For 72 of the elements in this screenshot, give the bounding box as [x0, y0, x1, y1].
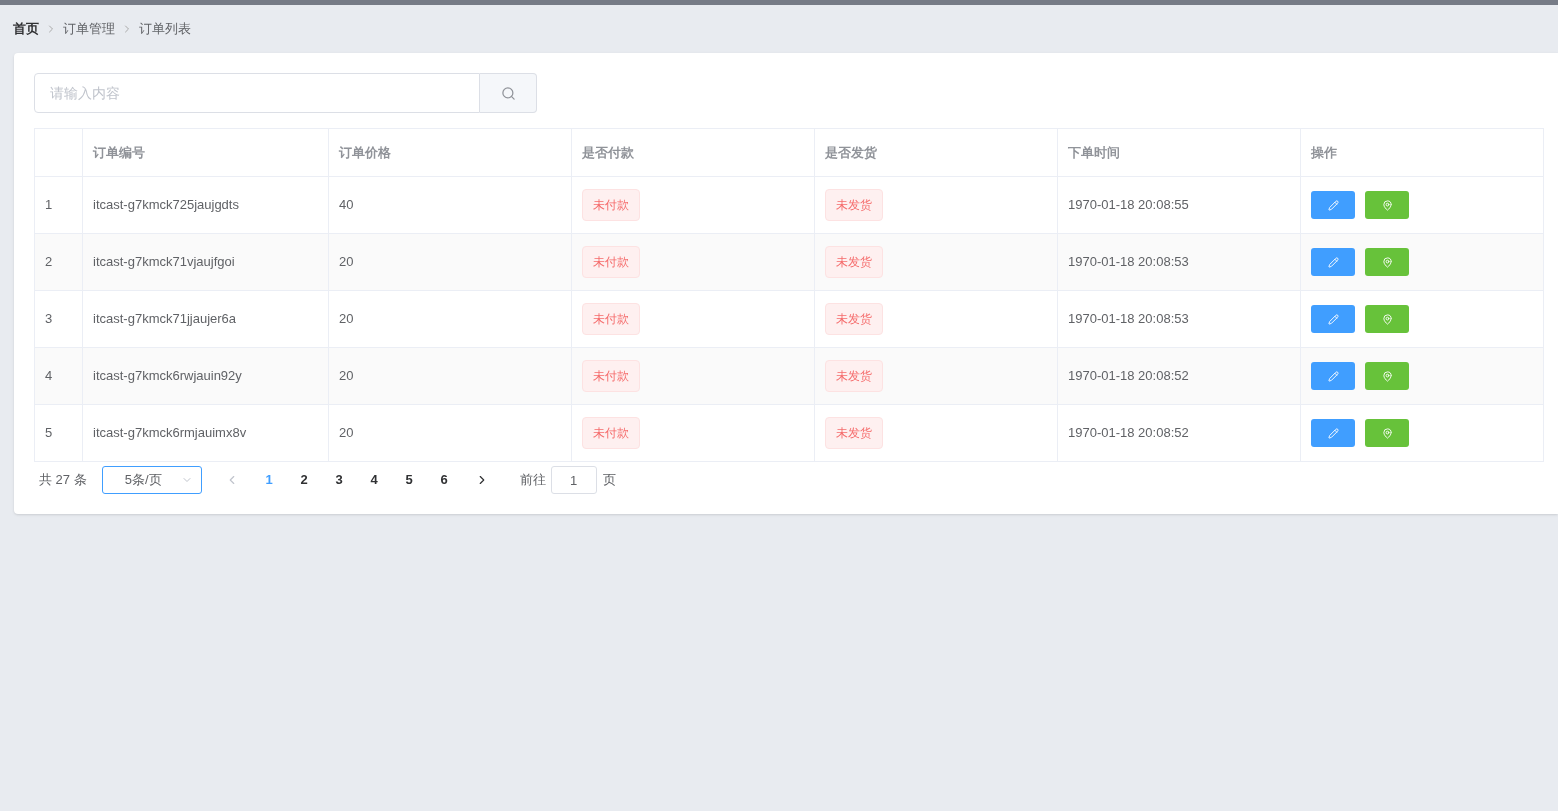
location-button[interactable]	[1365, 305, 1409, 333]
table-cell-text: 1970-01-18 20:08:53	[1068, 310, 1189, 329]
total-count: 共 27 条	[39, 471, 87, 490]
map-pin-icon	[1381, 370, 1393, 382]
status-tag: 未发货	[825, 360, 883, 392]
map-pin-icon	[1381, 199, 1393, 211]
table-cell-text: 1970-01-18 20:08:52	[1068, 424, 1189, 443]
table-cell-text: 20	[339, 310, 354, 329]
table-cell-text: 1970-01-18 20:08:53	[1068, 253, 1189, 272]
location-button[interactable]	[1365, 248, 1409, 276]
pencil-icon	[1327, 313, 1339, 325]
table-cell-text: itcast-g7kmck71jjaujer6a	[93, 310, 237, 329]
edit-button[interactable]	[1311, 362, 1355, 390]
location-button[interactable]	[1365, 362, 1409, 390]
jump-suffix: 页	[602, 471, 616, 490]
page-size-select[interactable]: 5条/页	[101, 466, 202, 494]
map-pin-icon	[1381, 427, 1393, 439]
edit-button[interactable]	[1311, 305, 1355, 333]
status-tag: 未付款	[582, 246, 640, 278]
pencil-icon	[1327, 370, 1339, 382]
pencil-icon	[1327, 256, 1339, 268]
edit-button[interactable]	[1311, 191, 1355, 219]
status-tag: 未发货	[825, 417, 883, 449]
breadcrumb-item[interactable]: 订单列表	[139, 19, 191, 39]
search-icon	[500, 85, 516, 101]
column-header: 下单时间	[1068, 143, 1120, 162]
table-cell-text: 20	[339, 424, 354, 443]
pencil-icon	[1327, 427, 1339, 439]
table-cell-text: 1970-01-18 20:08:52	[1068, 367, 1189, 386]
search-button[interactable]	[480, 73, 537, 113]
map-pin-icon	[1381, 256, 1393, 268]
table-cell-text: 2	[45, 253, 53, 272]
page-number[interactable]: 5	[391, 466, 427, 494]
table-cell-text: itcast-g7kmck6rmjauimx8v	[93, 424, 247, 443]
column-header: 是否付款	[582, 143, 634, 162]
column-header: 订单编号	[93, 143, 145, 162]
table-cell-text: 40	[339, 196, 354, 215]
edit-button[interactable]	[1311, 248, 1355, 276]
table-cell-text: 4	[45, 367, 53, 386]
page-number[interactable]: 6	[426, 466, 462, 494]
page-number[interactable]: 3	[321, 466, 357, 494]
location-button[interactable]	[1365, 419, 1409, 447]
location-button[interactable]	[1365, 191, 1409, 219]
status-tag: 未发货	[825, 189, 883, 221]
table-cell-text: 5	[45, 424, 53, 443]
page-jump-field[interactable]: 1	[550, 466, 597, 494]
column-header: 是否发货	[825, 143, 877, 162]
table-cell-text: itcast-g7kmck71vjaujfgoi	[93, 253, 235, 272]
status-tag: 未发货	[825, 303, 883, 335]
map-pin-icon	[1381, 313, 1393, 325]
table-cell-text: 3	[45, 310, 53, 329]
page-number[interactable]: 4	[356, 466, 392, 494]
status-tag: 未付款	[582, 189, 640, 221]
status-tag: 未付款	[582, 417, 640, 449]
table-cell-text: itcast-g7kmck6rwjauin92y	[93, 367, 242, 386]
table-cell-text: 20	[339, 367, 354, 386]
column-header: 订单价格	[339, 143, 391, 162]
breadcrumb-item[interactable]: 首页	[13, 19, 39, 39]
search-field[interactable]: 请输入内容	[34, 73, 480, 113]
table-cell-text: itcast-g7kmck725jaujgdts	[93, 196, 239, 215]
edit-button[interactable]	[1311, 419, 1355, 447]
page-number[interactable]: 2	[286, 466, 322, 494]
table-cell-text: 1	[45, 196, 53, 215]
status-tag: 未付款	[582, 360, 640, 392]
breadcrumb-item[interactable]: 订单管理	[63, 19, 115, 39]
table-cell-text: 1970-01-18 20:08:55	[1068, 196, 1189, 215]
jump-label: 前往	[519, 471, 546, 490]
column-header: 操作	[1311, 143, 1337, 162]
pencil-icon	[1327, 199, 1339, 211]
status-tag: 未付款	[582, 303, 640, 335]
table-cell-text: 20	[339, 253, 354, 272]
status-tag: 未发货	[825, 246, 883, 278]
